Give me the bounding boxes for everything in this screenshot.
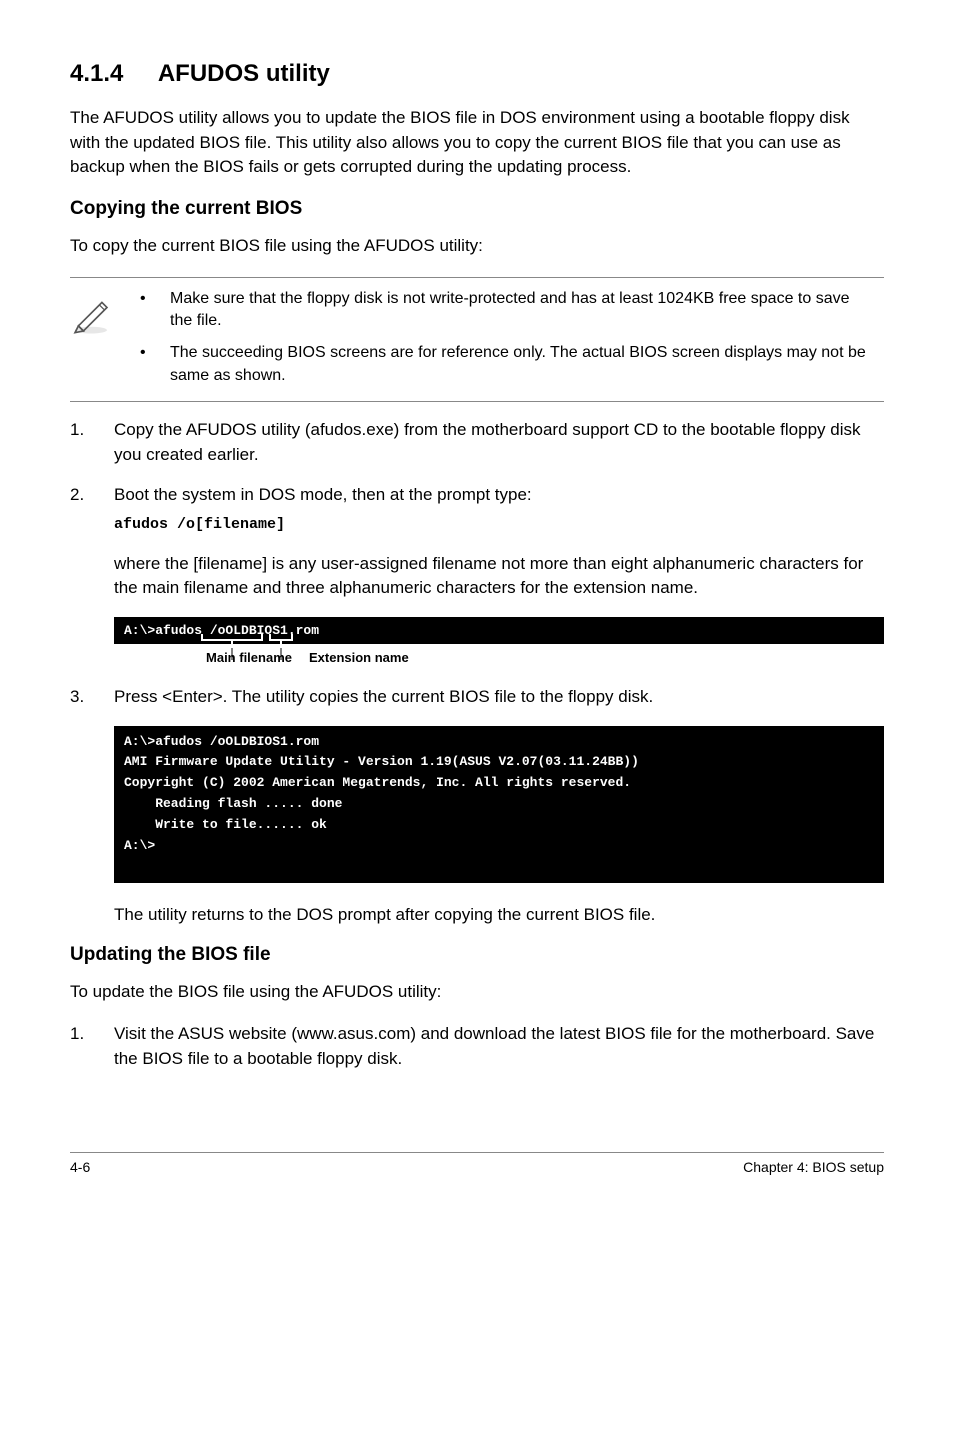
update-bios-heading: Updating the BIOS file bbox=[70, 944, 884, 966]
page-footer: 4-6 Chapter 4: BIOS setup bbox=[70, 1152, 884, 1175]
note-box: • Make sure that the floppy disk is not … bbox=[70, 277, 884, 403]
step-number: 2. bbox=[70, 483, 114, 601]
bullet-icon: • bbox=[140, 288, 170, 333]
step-number: 1. bbox=[70, 418, 114, 467]
terminal-output: A:\>afudos /oOLDBIOS1.rom AMI Firmware U… bbox=[114, 726, 884, 884]
step-3: 3. Press <Enter>. The utility copies the… bbox=[70, 685, 884, 710]
after-text: The utility returns to the DOS prompt af… bbox=[70, 903, 884, 928]
bullet-icon: • bbox=[140, 342, 170, 387]
section-heading: 4.1.4 AFUDOS utility bbox=[70, 60, 884, 88]
page-number: 4-6 bbox=[70, 1159, 90, 1175]
step-text: Press <Enter>. The utility copies the cu… bbox=[114, 685, 884, 710]
step-text: Visit the ASUS website (www.asus.com) an… bbox=[114, 1022, 884, 1071]
step-number: 1. bbox=[70, 1022, 114, 1071]
update-step-1: 1. Visit the ASUS website (www.asus.com)… bbox=[70, 1022, 884, 1071]
chapter-title: Chapter 4: BIOS setup bbox=[743, 1159, 884, 1175]
step-number: 3. bbox=[70, 685, 114, 710]
extension-name-label: Extension name bbox=[309, 650, 409, 665]
filename-bracket-icon bbox=[200, 634, 310, 662]
copy-bios-heading: Copying the current BIOS bbox=[70, 198, 884, 220]
step-text: Copy the AFUDOS utility (afudos.exe) fro… bbox=[114, 418, 884, 467]
copy-intro: To copy the current BIOS file using the … bbox=[70, 234, 884, 259]
note-item: • Make sure that the floppy disk is not … bbox=[140, 288, 874, 333]
step-text: Boot the system in DOS mode, then at the… bbox=[114, 485, 532, 504]
after-para: The utility returns to the DOS prompt af… bbox=[114, 903, 884, 928]
step-2: 2. Boot the system in DOS mode, then at … bbox=[70, 483, 884, 601]
step-1: 1. Copy the AFUDOS utility (afudos.exe) … bbox=[70, 418, 884, 467]
note-text: Make sure that the floppy disk is not wr… bbox=[170, 288, 874, 333]
update-intro: To update the BIOS file using the AFUDOS… bbox=[70, 980, 884, 1005]
heading-title: AFUDOS utility bbox=[158, 60, 330, 87]
intro-paragraph: The AFUDOS utility allows you to update … bbox=[70, 106, 884, 180]
pencil-note-icon bbox=[70, 288, 140, 341]
step-sub-paragraph: where the [filename] is any user-assigne… bbox=[114, 552, 884, 601]
heading-number: 4.1.4 bbox=[70, 60, 123, 88]
note-text: The succeeding BIOS screens are for refe… bbox=[170, 342, 874, 387]
note-item: • The succeeding BIOS screens are for re… bbox=[140, 342, 874, 387]
code-snippet: afudos /o[filename] bbox=[114, 514, 884, 536]
